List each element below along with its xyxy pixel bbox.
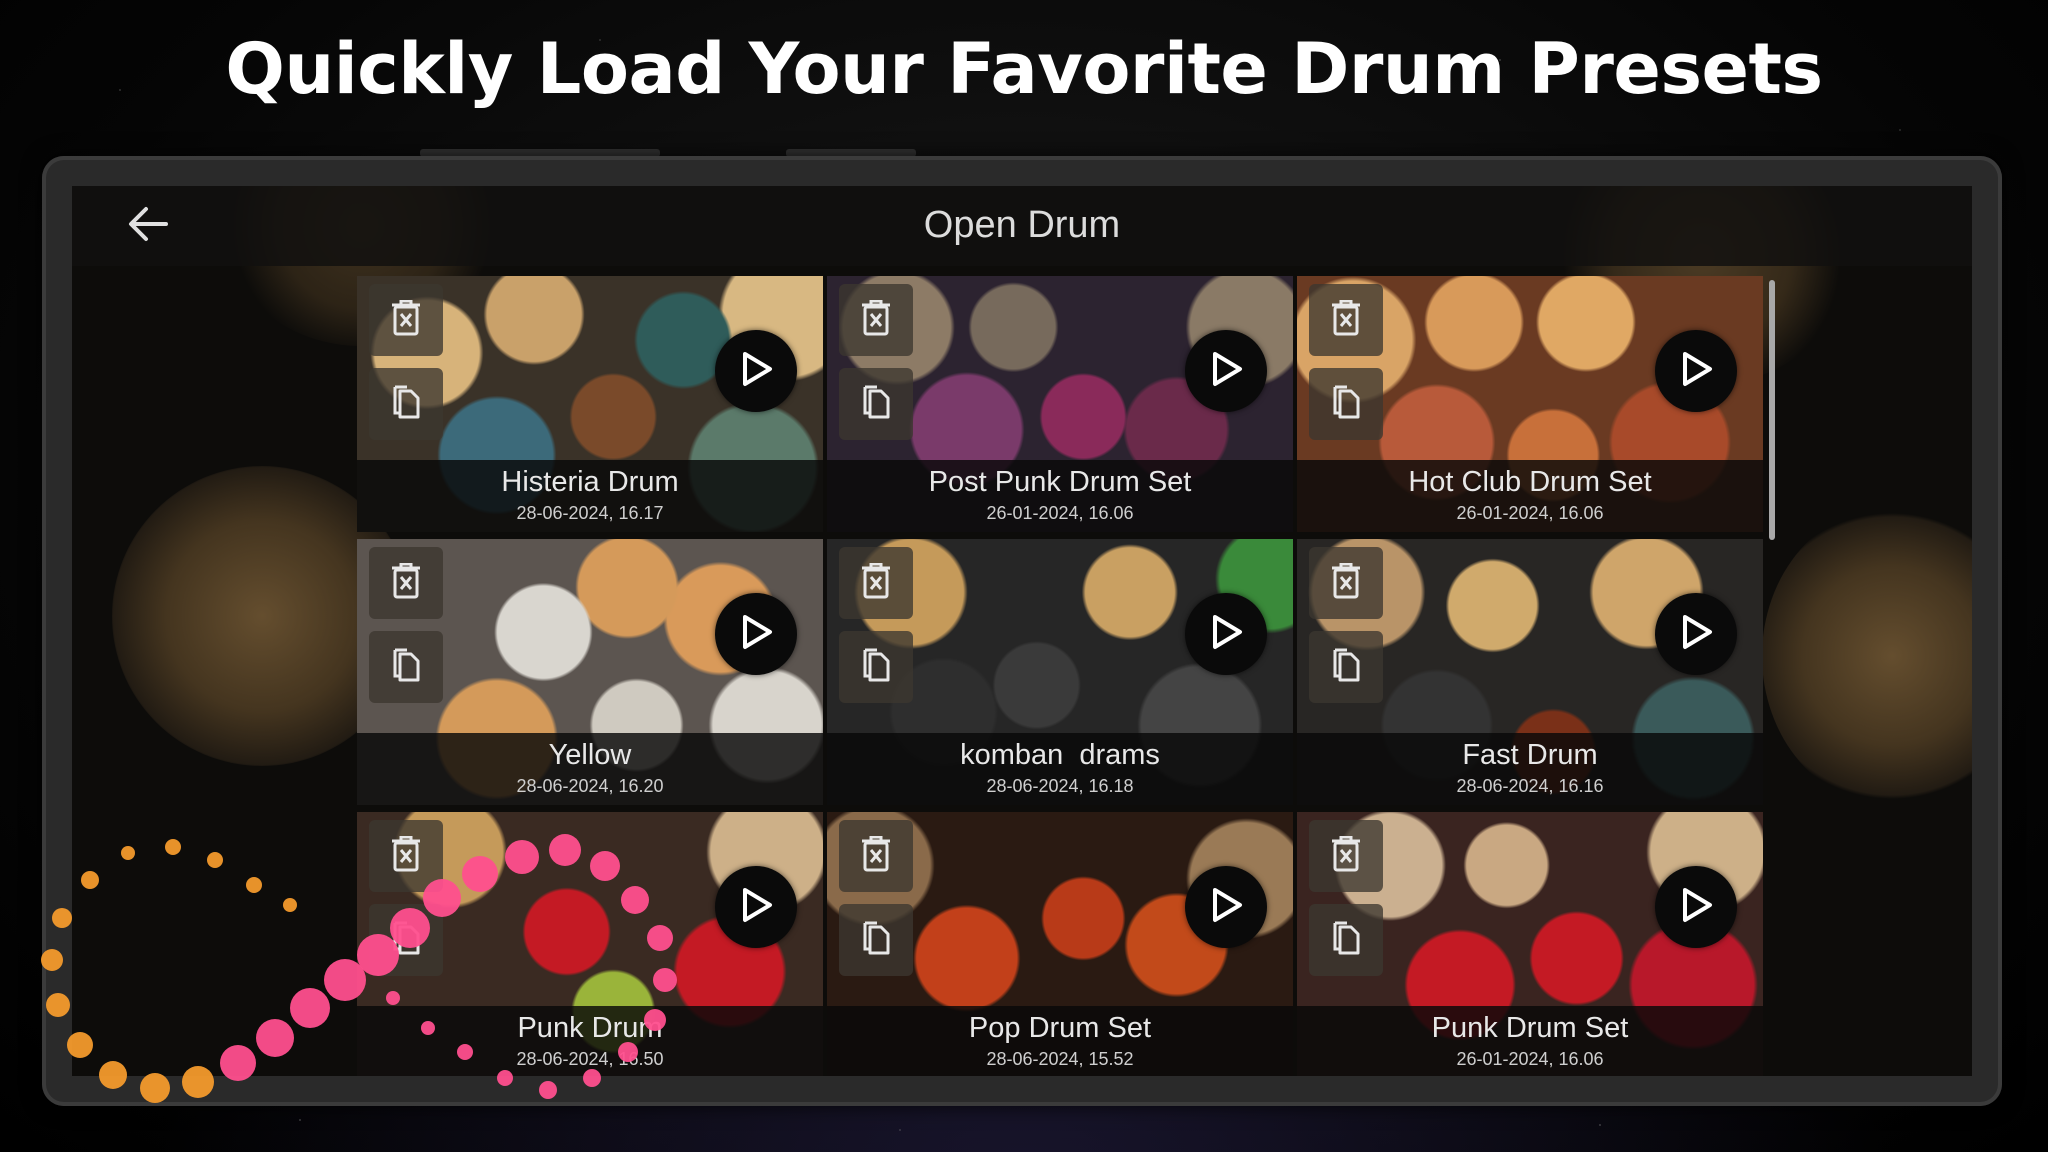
play-preset-button[interactable] [715, 866, 797, 948]
copy-icon [1331, 921, 1361, 959]
preset-date: 28-06-2024, 15.52 [986, 1049, 1134, 1069]
preset-date: 26-01-2024, 16.06 [986, 503, 1134, 523]
scrollbar[interactable] [1769, 280, 1775, 540]
preset-date: 28-06-2024, 16.17 [516, 503, 664, 523]
preset-name: Pop Drum Set [968, 1012, 1152, 1044]
copy-preset-button[interactable] [369, 904, 443, 976]
delete-preset-button[interactable] [839, 820, 913, 892]
play-icon [1209, 887, 1243, 927]
play-icon [1209, 614, 1243, 654]
copy-icon [861, 921, 891, 959]
copy-preset-button[interactable] [369, 368, 443, 440]
delete-icon [1331, 299, 1361, 340]
preset-name: Hot Club Drum Set [1408, 466, 1652, 498]
preset-footer: komban drams 28-06-2024, 16.18 [827, 733, 1293, 805]
play-preset-button[interactable] [1185, 330, 1267, 412]
play-preset-button[interactable] [1185, 866, 1267, 948]
preset-card[interactable]: Hot Club Drum Set 26-01-2024, 16.06 [1297, 276, 1763, 532]
delete-icon [861, 562, 891, 603]
preset-footer: Pop Drum Set 28-06-2024, 15.52 [827, 1006, 1293, 1076]
preset-name: Yellow [548, 739, 632, 771]
app-bar: Open Drum [72, 186, 1972, 266]
preset-date: 28-06-2024, 16.20 [516, 776, 664, 796]
delete-icon [391, 299, 421, 340]
copy-preset-button[interactable] [1309, 904, 1383, 976]
play-preset-button[interactable] [715, 330, 797, 412]
preset-grid: Histeria Drum 28-06-2024, 16.17 Post Punk … [357, 276, 1763, 1076]
preset-card[interactable]: Punk Drum 28-06-2024, 16.50 [357, 812, 823, 1076]
copy-preset-button[interactable] [839, 631, 913, 703]
play-icon [739, 351, 773, 391]
preset-card[interactable]: komban drams 28-06-2024, 16.18 [827, 539, 1293, 805]
preset-card[interactable]: Histeria Drum 28-06-2024, 16.17 [357, 276, 823, 532]
preset-date: 26-01-2024, 16.06 [1456, 503, 1604, 523]
delete-icon [1331, 835, 1361, 876]
copy-preset-button[interactable] [369, 631, 443, 703]
background-cymbal [1762, 506, 1972, 806]
preset-date: 28-06-2024, 16.50 [516, 1049, 664, 1069]
delete-preset-button[interactable] [839, 284, 913, 356]
delete-icon [391, 835, 421, 876]
preset-footer: Punk Drum 28-06-2024, 16.50 [357, 1006, 823, 1076]
copy-icon [861, 385, 891, 423]
delete-icon [861, 299, 891, 340]
copy-preset-button[interactable] [1309, 631, 1383, 703]
delete-preset-button[interactable] [839, 547, 913, 619]
delete-preset-button[interactable] [369, 284, 443, 356]
copy-icon [391, 385, 421, 423]
copy-icon [861, 648, 891, 686]
play-icon [1679, 614, 1713, 654]
play-preset-button[interactable] [1655, 330, 1737, 412]
delete-icon [1331, 562, 1361, 603]
preset-name: Fast Drum [1462, 739, 1598, 771]
copy-icon [391, 921, 421, 959]
promo-headline: Quickly Load Your Favorite Drum Presets [225, 28, 1823, 110]
preset-date: 26-01-2024, 16.06 [1456, 1049, 1604, 1069]
preset-card[interactable]: Punk Drum Set 26-01-2024, 16.06 [1297, 812, 1763, 1076]
play-preset-button[interactable] [1655, 593, 1737, 675]
delete-preset-button[interactable] [1309, 820, 1383, 892]
preset-date: 28-06-2024, 16.16 [1456, 776, 1604, 796]
play-icon [1209, 351, 1243, 391]
screen-title: Open Drum [923, 204, 1121, 246]
preset-name: Punk Drum Set [1431, 1012, 1629, 1044]
preset-footer: Punk Drum Set 26-01-2024, 16.06 [1297, 1006, 1763, 1076]
preset-name: Punk Drum [517, 1012, 663, 1044]
copy-icon [391, 648, 421, 686]
delete-icon [391, 562, 421, 603]
play-icon [1679, 887, 1713, 927]
preset-card[interactable]: Post Punk Drum Set 26-01-2024, 16.06 [827, 276, 1293, 532]
preset-footer: Post Punk Drum Set 26-01-2024, 16.06 [827, 460, 1293, 532]
delete-preset-button[interactable] [369, 820, 443, 892]
delete-preset-button[interactable] [1309, 284, 1383, 356]
delete-preset-button[interactable] [1309, 547, 1383, 619]
copy-icon [1331, 385, 1361, 423]
app-screen: Open Drum Histeria Drum 28-06-2024, 16.17… [72, 186, 1972, 1076]
preset-footer: Yellow 28-06-2024, 16.20 [357, 733, 823, 805]
preset-name: Post Punk Drum Set [928, 466, 1192, 498]
play-preset-button[interactable] [1655, 866, 1737, 948]
play-preset-button[interactable] [1185, 593, 1267, 675]
preset-footer: Histeria Drum 28-06-2024, 16.17 [357, 460, 823, 532]
copy-icon [1331, 648, 1361, 686]
preset-card[interactable]: Yellow 28-06-2024, 16.20 [357, 539, 823, 805]
preset-footer: Fast Drum 28-06-2024, 16.16 [1297, 733, 1763, 805]
preset-card[interactable]: Fast Drum 28-06-2024, 16.16 [1297, 539, 1763, 805]
copy-preset-button[interactable] [839, 368, 913, 440]
play-icon [739, 887, 773, 927]
copy-preset-button[interactable] [1309, 368, 1383, 440]
play-icon [739, 614, 773, 654]
delete-icon [861, 835, 891, 876]
preset-card[interactable]: Pop Drum Set 28-06-2024, 15.52 [827, 812, 1293, 1076]
preset-name: Histeria Drum [501, 466, 679, 498]
copy-preset-button[interactable] [839, 904, 913, 976]
preset-name: komban drams [960, 739, 1160, 771]
preset-footer: Hot Club Drum Set 26-01-2024, 16.06 [1297, 460, 1763, 532]
play-preset-button[interactable] [715, 593, 797, 675]
preset-date: 28-06-2024, 16.18 [986, 776, 1134, 796]
delete-preset-button[interactable] [369, 547, 443, 619]
play-icon [1679, 351, 1713, 391]
